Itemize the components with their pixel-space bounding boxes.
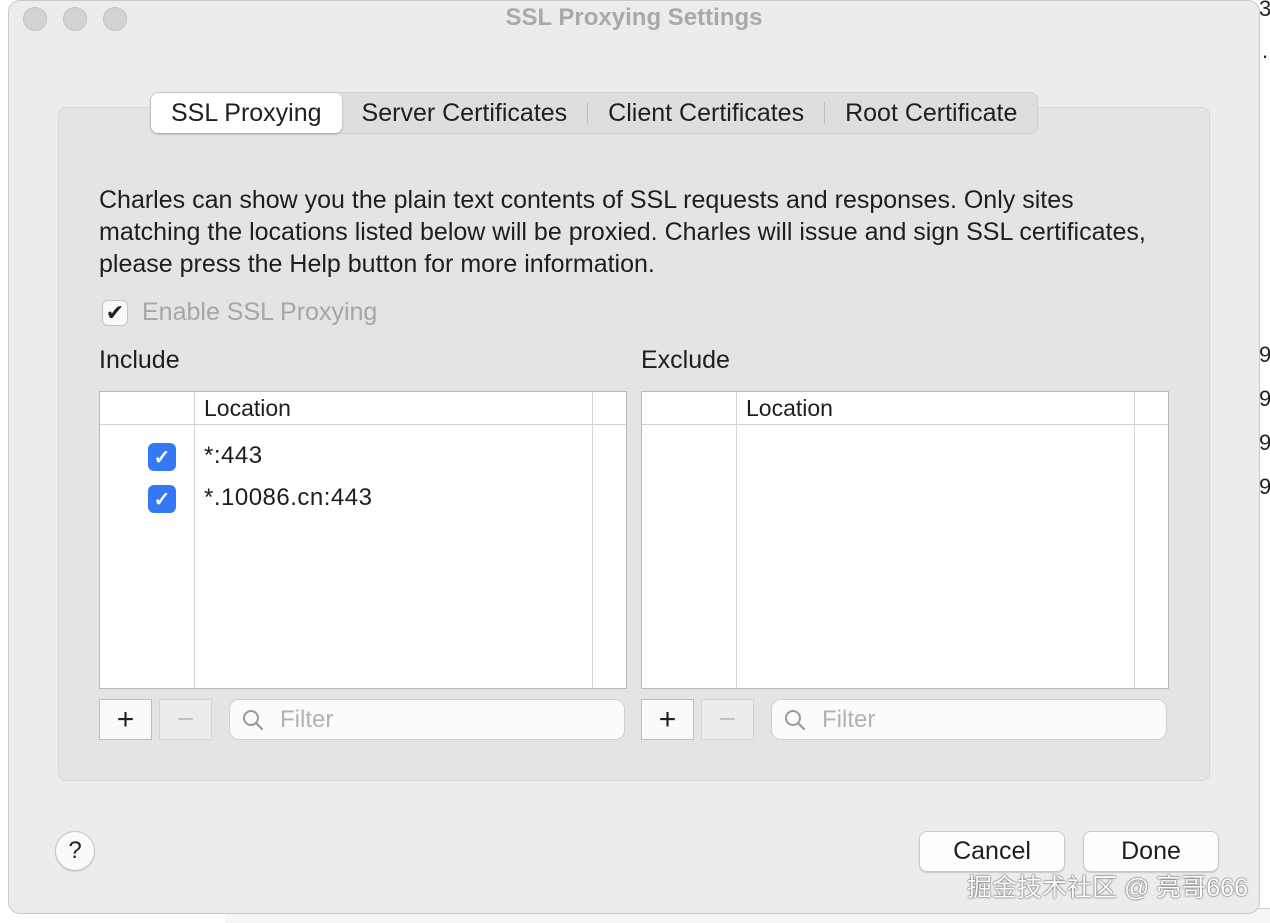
tab-ssl-proxying[interactable]: SSL Proxying (151, 93, 342, 133)
row-enabled-checkbox[interactable]: ✓ (148, 485, 176, 513)
done-button[interactable]: Done (1083, 831, 1219, 872)
background-app-fragment: 3 (1259, 0, 1270, 21)
exclude-table: Location (641, 391, 1169, 689)
enable-ssl-checkbox[interactable]: ✔ (102, 299, 128, 326)
column-divider (736, 392, 737, 688)
exclude-filter-input[interactable] (820, 704, 1144, 735)
tab-root-certificate[interactable]: Root Certificate (825, 93, 1037, 133)
exclude-filter-field[interactable] (771, 699, 1167, 740)
exclude-location-column-header[interactable]: Location (746, 395, 833, 422)
table-row[interactable]: ✓ *.10086.cn:443 (100, 478, 626, 520)
row-location: *:443 (204, 442, 263, 469)
table-row[interactable]: ✓ *:443 (100, 436, 626, 478)
background-app-fragment: 9 (1259, 386, 1270, 411)
tab-bar: SSL Proxying Server Certificates Client … (150, 92, 1039, 134)
exclude-add-button[interactable]: + (641, 699, 694, 740)
background-app-fragment: 9 (1259, 342, 1270, 367)
window-title: SSL Proxying Settings (505, 4, 763, 31)
description-text: Charles can show you the plain text cont… (99, 186, 1146, 278)
search-icon (785, 709, 806, 730)
ssl-proxying-settings-dialog: SSL Proxying Settings SSL Proxying Serve… (8, 0, 1260, 914)
enable-ssl-proxying-option[interactable]: ✔ Enable SSL Proxying (102, 298, 377, 327)
column-divider (1134, 392, 1135, 688)
include-remove-button[interactable]: − (159, 699, 212, 740)
background-app-fragment: 9 (1259, 430, 1270, 455)
row-location: *.10086.cn:443 (204, 484, 373, 511)
tab-server-certificates[interactable]: Server Certificates (342, 93, 588, 133)
help-button[interactable]: ? (55, 831, 95, 871)
include-filter-field[interactable] (229, 699, 625, 740)
cancel-button[interactable]: Cancel (919, 831, 1065, 872)
exclude-label: Exclude (641, 346, 730, 374)
include-location-column-header[interactable]: Location (204, 395, 291, 422)
help-icon: ? (68, 837, 82, 864)
checkmark-icon: ✓ (153, 488, 171, 511)
search-icon (243, 709, 264, 730)
include-table: Location ✓ *:443 ✓ *.10086.cn:443 (99, 391, 627, 689)
checkmark-icon: ✓ (153, 446, 171, 469)
watermark-text: 掘金技术社区 @ 亮哥666 (967, 874, 1248, 902)
include-table-header: Location (100, 392, 626, 425)
enable-ssl-label: Enable SSL Proxying (142, 298, 378, 326)
background-app-fragment: . (1262, 38, 1269, 63)
include-label: Include (99, 346, 180, 374)
tab-client-certificates[interactable]: Client Certificates (588, 93, 824, 133)
checkmark-icon: ✔ (105, 299, 125, 325)
include-filter-input[interactable] (278, 704, 602, 735)
background-app-fragment: 9 (1259, 474, 1270, 499)
exclude-table-header: Location (642, 392, 1168, 425)
exclude-remove-button[interactable]: − (701, 699, 754, 740)
include-add-button[interactable]: + (99, 699, 152, 740)
row-enabled-checkbox[interactable]: ✓ (148, 443, 176, 471)
